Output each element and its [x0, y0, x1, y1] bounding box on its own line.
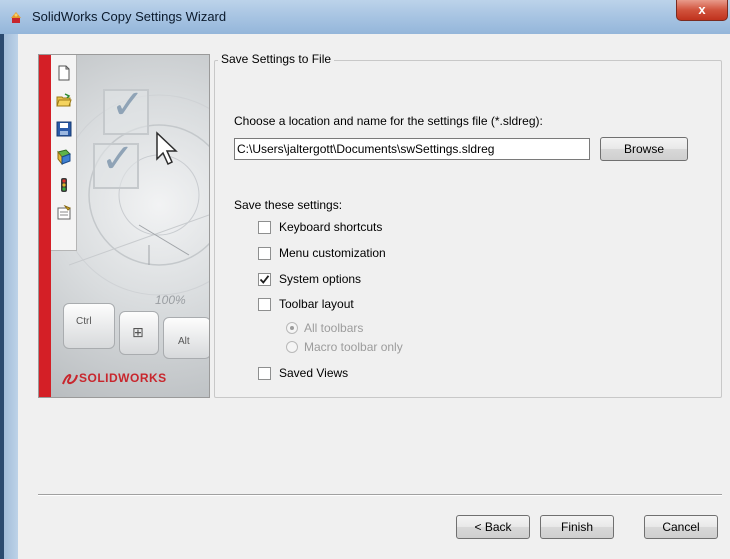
back-button[interactable]: < Back [456, 515, 530, 539]
footer-separator [38, 494, 722, 496]
window-title: SolidWorks Copy Settings Wizard [32, 9, 227, 24]
properties-icon [57, 205, 71, 220]
zoom-percentage: 100% [155, 293, 186, 307]
keyboard-key-ctrl: Ctrl [63, 303, 115, 349]
saved-views-label: Saved Views [279, 366, 349, 380]
traffic-light-icon [61, 178, 67, 192]
close-button[interactable]: x [676, 0, 728, 21]
groupbox-title: Save Settings to File [218, 52, 335, 66]
wizard-client-area: ✓ ✓ 100% Ctrl ⊞ Alt SOLIDWORKS Save Sett… [18, 34, 730, 559]
sidebar-toolbar-strip [51, 55, 77, 251]
wizard-sidebar-image: ✓ ✓ 100% Ctrl ⊞ Alt SOLIDWORKS [38, 54, 210, 398]
menu-customization-label: Menu customization [279, 246, 386, 260]
macro-toolbar-only-label: Macro toolbar only [304, 340, 403, 354]
finish-button[interactable]: Finish [540, 515, 614, 539]
solidworks-app-icon [11, 12, 21, 23]
mouse-cursor-icon [156, 131, 178, 166]
all-toolbars-radio[interactable] [286, 322, 298, 334]
save-icon [56, 121, 72, 137]
saved-views-checkbox[interactable] [258, 367, 271, 380]
background-window-strip [0, 34, 4, 559]
title-bar[interactable]: SolidWorks Copy Settings Wizard x [0, 0, 730, 34]
decorative-check-icon: ✓ [111, 83, 145, 127]
menu-customization-checkbox[interactable] [258, 247, 271, 260]
ds-logo-icon [62, 374, 78, 385]
options-icon [57, 149, 71, 165]
toolbar-layout-label: Toolbar layout [279, 297, 354, 311]
new-document-icon [58, 65, 70, 81]
keyboard-shortcuts-label: Keyboard shortcuts [279, 220, 383, 234]
keyboard-key-alt: Alt [163, 317, 209, 359]
wizard-window: SolidWorks Copy Settings Wizard x ✓ ✓ 10… [0, 0, 730, 559]
key-alt-label: Alt [178, 336, 190, 347]
solidworks-brand-label: SOLIDWORKS [79, 371, 167, 385]
settings-file-path-input[interactable] [234, 138, 590, 160]
macro-toolbar-only-radio[interactable] [286, 341, 298, 353]
system-options-label: System options [279, 272, 362, 286]
cancel-button[interactable]: Cancel [644, 515, 718, 539]
windows-logo-icon: ⊞ [132, 324, 144, 340]
open-folder-icon [56, 93, 72, 107]
checkmark-icon [259, 275, 270, 284]
toolbar-layout-checkbox[interactable] [258, 298, 271, 311]
window-left-border [0, 34, 18, 559]
decorative-check-icon: ✓ [101, 137, 135, 181]
key-ctrl-label: Ctrl [76, 316, 92, 327]
sidebar-red-bar [39, 55, 51, 397]
choose-location-label: Choose a location and name for the setti… [234, 114, 543, 128]
save-these-settings-label: Save these settings: [234, 198, 343, 212]
browse-button[interactable]: Browse [600, 137, 688, 161]
keyboard-key-windows: ⊞ [119, 311, 159, 355]
all-toolbars-label: All toolbars [304, 321, 364, 335]
system-options-checkbox[interactable] [258, 273, 271, 286]
keyboard-shortcuts-checkbox[interactable] [258, 221, 271, 234]
